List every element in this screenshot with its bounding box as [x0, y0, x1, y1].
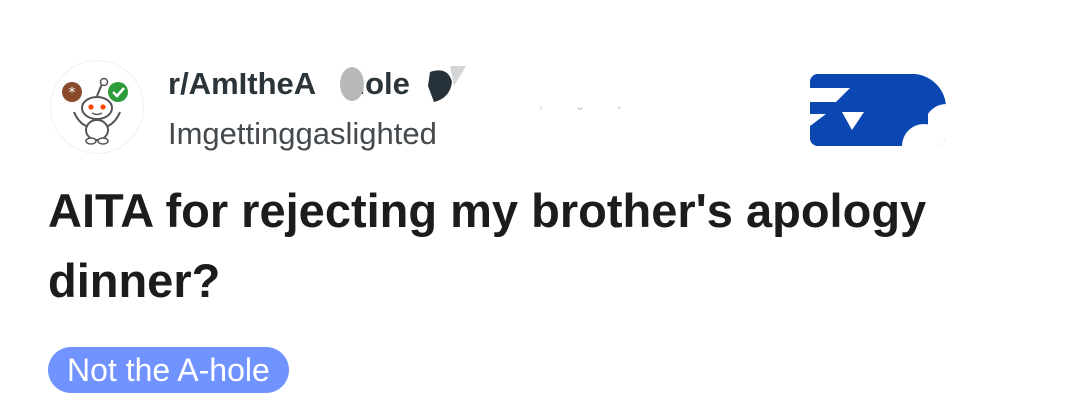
post-header-card: * r/AmItheA hole ˌ ˬ ˯ Imgettinggaslight… — [0, 0, 1080, 410]
redaction-mark-icon — [321, 65, 466, 103]
join-button[interactable] — [810, 74, 946, 146]
subreddit-avatar[interactable]: * — [50, 60, 144, 154]
subreddit-name-start: r/AmItheA — [168, 66, 317, 101]
post-flair-badge[interactable]: Not the A-hole — [48, 347, 289, 393]
post-title[interactable]: AITA for rejecting my brother's apology … — [48, 176, 1048, 316]
post-author[interactable]: Imgettinggaslighted — [168, 116, 437, 152]
svg-text:*: * — [69, 85, 76, 101]
faded-separator: ˌ ˬ ˯ — [538, 90, 636, 110]
snoo-avatar-icon: * — [62, 77, 128, 145]
subreddit-link[interactable]: r/AmItheA hole — [168, 64, 488, 104]
join-icon — [810, 74, 946, 146]
